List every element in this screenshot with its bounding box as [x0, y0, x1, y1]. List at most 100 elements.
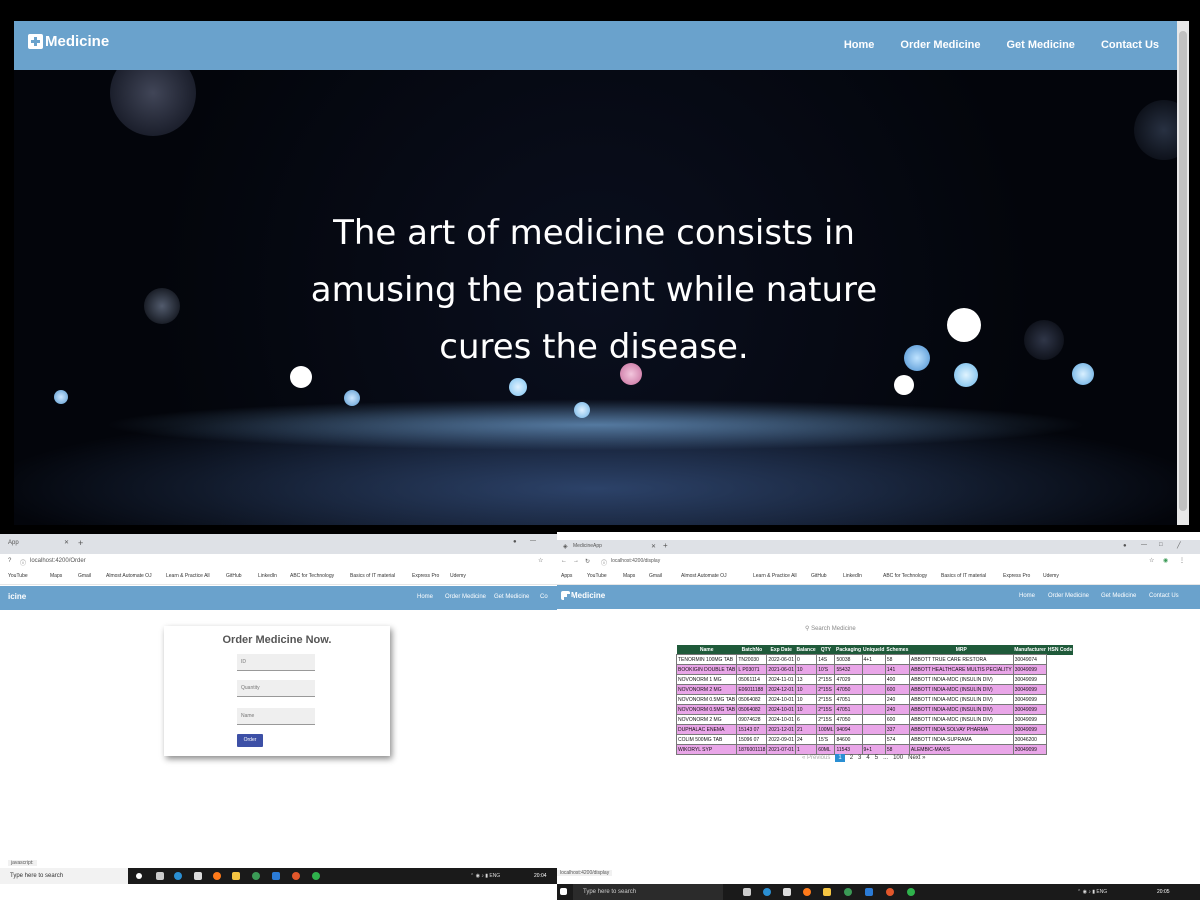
order-button[interactable]: Order: [237, 734, 263, 747]
bookmark[interactable]: ABC for Technology: [290, 573, 334, 579]
close-tab-icon[interactable]: ✕: [651, 543, 656, 550]
taskbar-search[interactable]: Type here to search: [573, 884, 723, 900]
taskbar-search[interactable]: Type here to search: [0, 868, 128, 884]
task-view-icon[interactable]: [743, 888, 751, 896]
col-header[interactable]: Balance: [795, 645, 817, 655]
col-header[interactable]: HSN Code: [1046, 645, 1074, 655]
id-input[interactable]: ID: [237, 654, 315, 671]
close-window-icon[interactable]: ╱: [1177, 542, 1181, 549]
nav-order-medicine[interactable]: Order Medicine: [445, 594, 486, 600]
bookmark[interactable]: Almost Automate OJ: [681, 573, 727, 579]
profile-icon[interactable]: ●: [513, 539, 517, 545]
start-icon[interactable]: [560, 888, 567, 895]
profile-icon[interactable]: ●: [1123, 543, 1127, 549]
bookmark-maps[interactable]: Maps: [50, 573, 62, 579]
clock[interactable]: 20:05: [1157, 889, 1170, 895]
page-button[interactable]: 1: [835, 754, 845, 762]
col-header[interactable]: Exp Date: [766, 645, 796, 655]
system-tray[interactable]: ⌃ ◉ ♪ ▮ ENG: [470, 873, 500, 879]
bookmark[interactable]: Learn & Practice All: [753, 573, 797, 579]
back-icon[interactable]: ←: [561, 558, 567, 564]
tab-title[interactable]: App: [8, 540, 19, 546]
nav-get-medicine[interactable]: Get Medicine: [1006, 39, 1074, 51]
nav-order-medicine[interactable]: Order Medicine: [900, 39, 980, 51]
col-header[interactable]: BatchNo: [736, 645, 767, 655]
bookmark-youtube[interactable]: YouTube: [8, 573, 28, 579]
url-text[interactable]: localhost:4200/display: [611, 558, 660, 564]
system-tray[interactable]: ⌃ ◉ ♪ ▮ ENG: [1077, 889, 1107, 895]
vscode-icon[interactable]: [865, 888, 873, 896]
nav-order-medicine[interactable]: Order Medicine: [1048, 593, 1089, 599]
folder-icon[interactable]: [232, 872, 240, 880]
bookmark[interactable]: Learn & Practice All: [166, 573, 210, 579]
nav-contact-us[interactable]: Contact Us: [1101, 39, 1159, 51]
app-icon[interactable]: [886, 888, 894, 896]
minimize-icon[interactable]: —: [1141, 542, 1147, 548]
address-bar[interactable]: ? ⓘ localhost:4200/Order ☆: [0, 554, 557, 571]
nav-get-medicine[interactable]: Get Medicine: [494, 594, 529, 600]
bookmark-gmail[interactable]: Gmail: [649, 573, 662, 579]
col-header[interactable]: MRP: [909, 645, 1014, 655]
table-row[interactable]: COLIM 500MG TAB 15096 07 2022-09-01 24 15'S 8…: [675, 734, 1074, 745]
brand-logo[interactable]: Medicine: [561, 591, 605, 603]
col-header[interactable]: Manufacturer: [1013, 645, 1047, 655]
name-input[interactable]: Name: [237, 708, 315, 725]
nav-home[interactable]: Home: [1019, 593, 1035, 599]
task-view-icon[interactable]: [156, 872, 164, 880]
search-medicine-field[interactable]: ⚲ Search Medicine: [805, 625, 856, 632]
table-row[interactable]: WIKORYL SYP 1876001118 2021-07-01 1 60ML 1154…: [675, 744, 1074, 755]
col-header[interactable]: Packaging: [834, 645, 862, 655]
page-button[interactable]: 100: [893, 755, 903, 761]
reload-icon[interactable]: ?: [8, 558, 11, 564]
bookmark-linkedin[interactable]: LinkedIn: [843, 573, 862, 579]
maximize-icon[interactable]: □: [1159, 542, 1163, 548]
close-tab-icon[interactable]: ✕: [64, 539, 69, 546]
bookmark-youtube[interactable]: YouTube: [587, 573, 607, 579]
nav-contact-us[interactable]: Contact Us: [1149, 593, 1179, 599]
page-button[interactable]: 2: [850, 755, 853, 761]
extension-icon[interactable]: ◉: [1163, 557, 1168, 564]
info-icon[interactable]: ⓘ: [20, 558, 26, 567]
tab-title[interactable]: MedicineApp: [573, 543, 602, 549]
quantity-input[interactable]: Quantity: [237, 680, 315, 697]
firefox-icon[interactable]: [803, 888, 811, 896]
chrome-icon[interactable]: [844, 888, 852, 896]
nav-home[interactable]: Home: [417, 594, 433, 600]
bookmark[interactable]: Express Pro: [412, 573, 439, 579]
bookmark[interactable]: Basics of IT material: [941, 573, 986, 579]
folder-icon[interactable]: [823, 888, 831, 896]
bookmark-apps[interactable]: Apps: [561, 573, 572, 579]
app-icon[interactable]: [292, 872, 300, 880]
prev-page-button[interactable]: « Previous: [802, 755, 830, 761]
brand-logo[interactable]: Medicine: [28, 33, 109, 50]
bookmark[interactable]: Express Pro: [1003, 573, 1030, 579]
nav-contact-us[interactable]: Co: [540, 594, 548, 600]
forward-icon[interactable]: →: [573, 558, 579, 564]
table-row[interactable]: NOVONORM 0.5MG TAB 05064082 2024-10-01 10 2*…: [675, 704, 1074, 715]
page-button[interactable]: 5: [875, 755, 878, 761]
col-header[interactable]: QTY: [816, 645, 835, 655]
chrome-icon[interactable]: [252, 872, 260, 880]
new-tab-icon[interactable]: +: [663, 541, 668, 550]
minimize-icon[interactable]: —: [530, 538, 536, 544]
nav-home[interactable]: Home: [844, 39, 875, 51]
app-icon[interactable]: [312, 872, 320, 880]
scrollbar[interactable]: [1177, 21, 1189, 525]
reload-icon[interactable]: ↻: [585, 558, 590, 565]
page-button[interactable]: 3: [858, 755, 861, 761]
bookmark-github[interactable]: GitHub: [811, 573, 827, 579]
app-icon[interactable]: [907, 888, 915, 896]
bookmark-udemy[interactable]: Udemy: [1043, 573, 1059, 579]
firefox-icon[interactable]: [213, 872, 221, 880]
col-header[interactable]: Schemes: [885, 645, 910, 655]
table-row[interactable]: NOVONORM 0.5MG TAB 05064082 2024-10-01 10 2*…: [675, 694, 1074, 705]
table-row[interactable]: NOVONORM 1 MG 05061114 2024-11-01 13 2*15S 47…: [675, 674, 1074, 685]
cortana-icon[interactable]: [136, 873, 142, 879]
new-tab-icon[interactable]: +: [78, 538, 83, 548]
clock[interactable]: 20:04: [534, 873, 547, 879]
bookmark[interactable]: Basics of IT material: [350, 573, 395, 579]
store-icon[interactable]: [194, 872, 202, 880]
menu-icon[interactable]: ⋮: [1179, 557, 1185, 564]
nav-get-medicine[interactable]: Get Medicine: [1101, 593, 1136, 599]
store-icon[interactable]: [783, 888, 791, 896]
